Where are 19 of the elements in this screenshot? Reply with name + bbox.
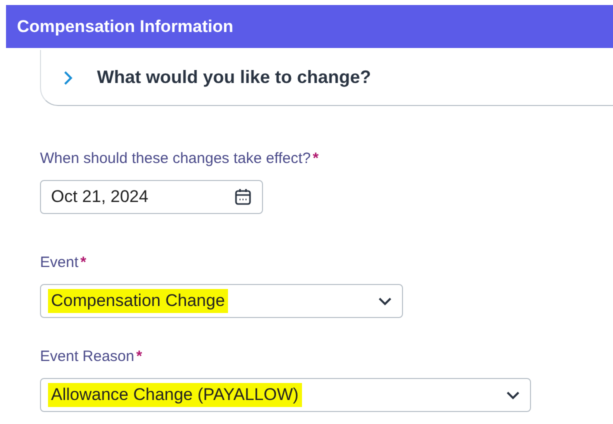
required-mark: *: [80, 254, 86, 271]
field-label: Event Reason: [40, 348, 134, 365]
chevron-icon[interactable]: [63, 70, 73, 84]
header-title: Compensation Information: [17, 16, 234, 36]
select-field[interactable]: Compensation Change: [40, 284, 403, 318]
required-mark: *: [136, 348, 142, 365]
highlighted-value: Allowance Change (PAYALLOW): [48, 383, 302, 407]
field-value: Oct 21, 2024: [50, 186, 150, 208]
required-mark: *: [312, 150, 319, 167]
field-label: When should these changes take effect?: [40, 150, 311, 167]
highlighted-value: Compensation Change: [48, 289, 228, 313]
field-label: Event: [40, 254, 78, 271]
date-field[interactable]: Oct 21, 2024: [40, 180, 263, 214]
section-panel[interactable]: What would you like to change?: [40, 50, 613, 106]
calendar-icon[interactable]: [234, 188, 252, 206]
section-title: What would you like to change?: [97, 67, 372, 88]
chevron-down-icon[interactable]: [506, 390, 520, 400]
chevron-down-icon[interactable]: [378, 296, 392, 306]
select-field[interactable]: Allowance Change (PAYALLOW): [40, 378, 531, 412]
